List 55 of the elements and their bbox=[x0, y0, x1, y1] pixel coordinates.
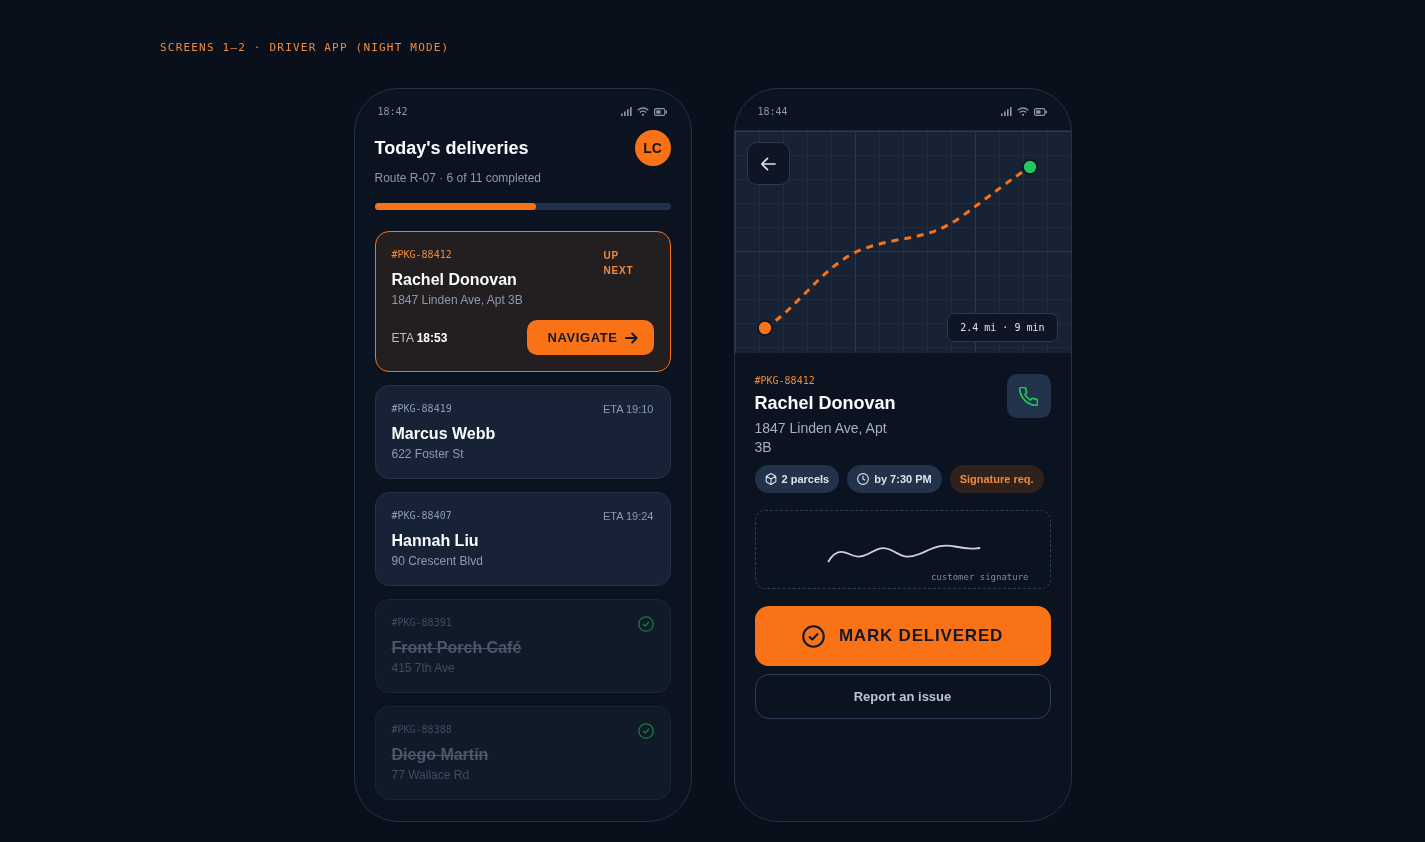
package-id: #PKG-88419 bbox=[391, 402, 453, 416]
signature-pad[interactable]: customer signature bbox=[754, 510, 1051, 589]
package-id: #PKG-88412 bbox=[754, 374, 816, 388]
eta-text: ETA 19:24 bbox=[602, 509, 654, 523]
recipient-name: Hannah Liu bbox=[391, 531, 480, 551]
call-button[interactable] bbox=[1006, 374, 1051, 418]
avatar[interactable]: LC bbox=[634, 130, 671, 166]
status-time: 18:44 bbox=[757, 106, 788, 118]
eta-text: ETA 18:53 bbox=[391, 329, 448, 346]
address-text: 622 Foster St bbox=[391, 446, 465, 462]
arrow-right-icon bbox=[624, 331, 638, 344]
status-time: 18:42 bbox=[377, 106, 408, 118]
check-circle-icon bbox=[801, 624, 825, 648]
back-button[interactable] bbox=[746, 142, 790, 185]
signature-caption: customer signature bbox=[930, 572, 1029, 583]
phone-icon bbox=[1019, 386, 1038, 406]
wifi-icon bbox=[636, 107, 649, 116]
check-circle-icon bbox=[637, 723, 654, 739]
tag-label: by 7:30 PM bbox=[874, 472, 932, 486]
recipient-name: Rachel Donovan bbox=[754, 392, 897, 414]
route-distance-label: 2.4 mi · 9 min bbox=[947, 313, 1058, 342]
page-heading: SCREENS 1–2 · DRIVER APP (NIGHT MODE) bbox=[160, 41, 450, 55]
back-arrow-icon bbox=[760, 156, 776, 171]
address-text: 1847 Linden Ave, Apt 3B bbox=[754, 419, 888, 457]
signature-scribble-icon bbox=[826, 542, 981, 564]
eta-text: ETA 19:10 bbox=[602, 402, 654, 416]
delivery-card[interactable]: #PKG-88412 Rachel Donovan 1847 Linden Ave, Apt 3B UP NEXT ETA 18:53 NAVIGATE bbox=[374, 231, 671, 372]
battery-icon bbox=[653, 107, 667, 116]
tag-label: 2 parcels bbox=[781, 472, 830, 486]
address-text: 90 Crescent Blvd bbox=[391, 553, 483, 569]
check-circle-icon bbox=[637, 616, 654, 632]
recipient-name: Rachel Donovan bbox=[391, 270, 518, 290]
recipient-name: Front Porch Café bbox=[391, 638, 522, 658]
dot-marker-icon bbox=[756, 320, 773, 336]
cube-icon bbox=[764, 473, 777, 485]
address-text: 1847 Linden Ave, Apt 3B bbox=[391, 292, 523, 308]
signal-icon bbox=[620, 107, 632, 116]
recipient-name: Marcus Webb bbox=[391, 424, 496, 444]
delivery-card[interactable]: #PKG-88419 Marcus Webb 622 Foster St ETA 19:10 bbox=[374, 385, 671, 479]
package-id: #PKG-88407 bbox=[391, 509, 453, 523]
signal-icon bbox=[1000, 107, 1012, 116]
recipient-name: Diego Martín bbox=[391, 745, 489, 765]
status-label: UP NEXT bbox=[603, 249, 635, 278]
wifi-icon bbox=[1016, 107, 1029, 116]
dot-marker-icon bbox=[1021, 159, 1038, 175]
tag-label: Signature req. bbox=[959, 472, 1034, 486]
report-button[interactable]: Report an issue bbox=[754, 674, 1051, 719]
delivery-card[interactable]: #PKG-88407 Hannah Liu 90 Crescent Blvd ETA 19:24 bbox=[374, 492, 671, 586]
screen-title: Today's deliveries bbox=[374, 137, 529, 159]
navigate-button[interactable]: NAVIGATE bbox=[527, 320, 654, 355]
confirm-button[interactable]: MARK DELIVERED bbox=[754, 606, 1051, 666]
battery-icon bbox=[1033, 107, 1047, 116]
clock-icon bbox=[857, 473, 870, 485]
package-id: #PKG-88412 bbox=[391, 248, 453, 262]
route-progress-text: Route R-07 · 6 of 11 completed bbox=[374, 171, 543, 185]
